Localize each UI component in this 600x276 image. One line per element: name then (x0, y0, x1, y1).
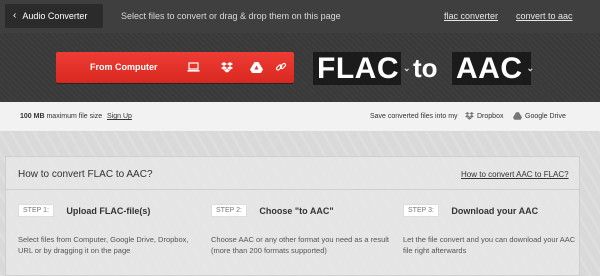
dropbox-icon[interactable] (220, 60, 234, 74)
info-strip: 100 MB maximum file size Sign Up Save co… (0, 102, 600, 132)
source-format-value: FLAC (317, 51, 399, 85)
google-drive-label: Google Drive (525, 112, 566, 120)
google-drive-icon (513, 112, 522, 120)
chevron-down-icon: ⌄ (402, 63, 412, 73)
lower-section: How to convert FLAC to AAC? How to conve… (0, 132, 600, 276)
target-format-select[interactable]: AAC ⌄ (452, 51, 534, 85)
from-computer-label: From Computer (90, 62, 158, 72)
step-description: Select files from Computer, Google Drive… (18, 235, 189, 255)
source-format-select[interactable]: FLAC ⌄ (313, 51, 411, 85)
convert-to-aac-link[interactable]: convert to aac (516, 11, 573, 21)
link-icon[interactable] (274, 60, 288, 74)
step-description: Let the file convert and you can downloa… (403, 235, 576, 255)
dropbox-icon (465, 112, 474, 120)
sign-up-link[interactable]: Sign Up (107, 113, 132, 120)
max-file-size-text: maximum file size (46, 113, 103, 120)
step-tag: STEP 3: (403, 204, 439, 218)
how-to-title: How to convert FLAC to AAC? (18, 169, 153, 180)
audio-converter-back-button[interactable]: ‹ Audio Converter (5, 4, 103, 28)
how-to-card: How to convert FLAC to AAC? How to conve… (5, 156, 580, 276)
dropbox-label: Dropbox (477, 112, 504, 120)
chevron-down-icon: ⌄ (526, 63, 535, 73)
converter-panel: From Computer FLAC ⌄ to AAC ⌄ (0, 33, 600, 102)
divider (6, 189, 579, 190)
step-3: STEP 3: Download your AAC Let the file c… (403, 202, 583, 256)
from-computer-button[interactable]: From Computer (56, 52, 294, 83)
step-name: Choose "to AAC" (259, 205, 334, 216)
target-format-value: AAC (456, 51, 523, 85)
laptop-icon[interactable] (186, 60, 200, 74)
max-file-size: 100 MB maximum file size (20, 113, 102, 120)
save-to-dropbox[interactable]: Dropbox (465, 112, 503, 120)
google-drive-icon[interactable] (249, 60, 263, 74)
top-bar: ‹ Audio Converter Select files to conver… (0, 0, 600, 33)
instruction-text: Select files to convert or drag & drop t… (121, 11, 341, 21)
chevron-left-icon: ‹ (13, 10, 17, 21)
step-name: Upload FLAC-file(s) (66, 205, 151, 216)
save-to-google-drive[interactable]: Google Drive (513, 112, 566, 120)
step-2: STEP 2: Choose "to AAC" Choose AAC or an… (211, 202, 391, 256)
step-1: STEP 1: Upload FLAC-file(s) Select files… (18, 202, 198, 256)
flac-converter-link[interactable]: flac converter (444, 11, 498, 21)
step-tag: STEP 2: (211, 204, 247, 218)
step-description: Choose AAC or any other format you need … (211, 235, 390, 255)
back-button-label: Audio Converter (22, 11, 88, 21)
step-name: Download your AAC (451, 205, 539, 216)
save-into-text: Save converted files into my (370, 113, 458, 120)
reverse-conversion-link[interactable]: How to convert AAC to FLAC? (461, 170, 569, 179)
to-label: to (413, 53, 438, 83)
step-tag: STEP 1: (18, 204, 54, 218)
max-file-size-value: 100 MB (20, 113, 45, 120)
